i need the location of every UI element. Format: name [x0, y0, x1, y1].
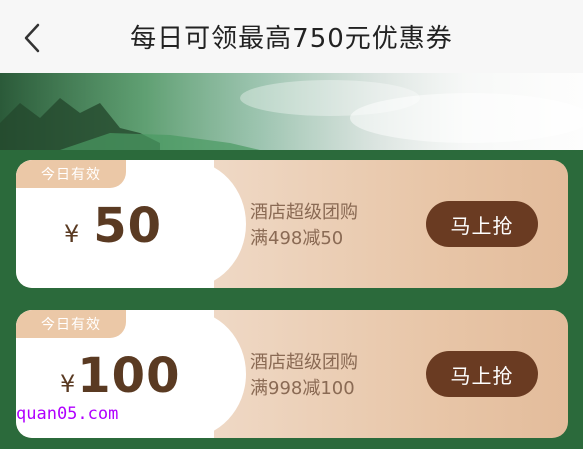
page-title: 每日可领最高750元优惠券 — [130, 24, 453, 54]
watermark-text: quan05.com — [16, 404, 119, 424]
back-button[interactable] — [14, 20, 50, 56]
grab-now-button[interactable]: 马上抢 — [426, 351, 538, 397]
coupon-card: 今日有效 ¥ 50 酒店超级团购 满498减50 马上抢 — [16, 160, 568, 288]
coupon-description: 酒店超级团购 满998减100 — [250, 350, 358, 402]
coupon-name: 酒店超级团购 — [250, 202, 358, 223]
banner-image — [0, 73, 583, 150]
chevron-left-icon — [24, 23, 40, 53]
top-bar: 每日可领最高750元优惠券 — [0, 0, 583, 73]
currency-symbol: ¥ — [60, 370, 76, 398]
valid-today-badge: 今日有效 — [16, 160, 126, 188]
coupon-amount: ¥ 100 — [60, 348, 180, 408]
coupon-rule: 满998减100 — [250, 378, 355, 399]
coupon-value: 100 — [77, 348, 181, 404]
coupon-description: 酒店超级团购 满498减50 — [250, 200, 358, 252]
coupon-amount: ¥ 50 — [64, 198, 162, 258]
currency-symbol: ¥ — [64, 220, 80, 248]
grab-now-button[interactable]: 马上抢 — [426, 201, 538, 247]
valid-today-badge: 今日有效 — [16, 310, 126, 338]
coupon-value: 50 — [93, 198, 163, 254]
coupon-name: 酒店超级团购 — [250, 352, 358, 373]
coupon-rule: 满498减50 — [250, 228, 344, 249]
